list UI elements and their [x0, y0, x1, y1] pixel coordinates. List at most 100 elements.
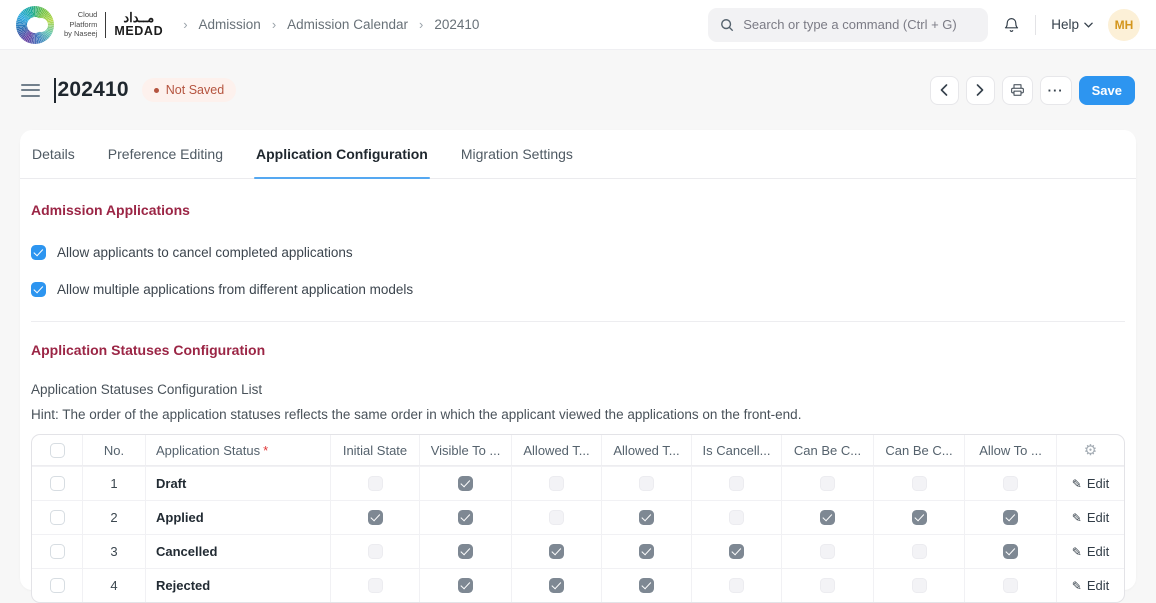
table-row: 4 Rejected ✎ Edit: [32, 568, 1124, 602]
tab-migration-settings[interactable]: Migration Settings: [459, 130, 575, 178]
edit-row-button[interactable]: ✎ Edit: [1072, 544, 1109, 559]
header-select-all-cell: [32, 435, 82, 465]
column-header: Application Status *: [145, 435, 330, 465]
column-header-label: Allowed T...: [523, 442, 590, 458]
column-header-label: Can Be C...: [793, 442, 862, 458]
help-menu[interactable]: Help: [1051, 17, 1093, 32]
status-flag-checkbox: [367, 578, 383, 593]
status-flag-cell: [691, 501, 781, 534]
save-button[interactable]: Save: [1078, 75, 1135, 105]
status-flag-cell: [419, 501, 511, 534]
tab-preference-editing[interactable]: Preference Editing: [106, 130, 225, 178]
status-flag-checkbox: [458, 476, 473, 491]
row-number: 1: [110, 476, 118, 491]
row-select-checkbox[interactable]: [49, 578, 65, 593]
status-flag-checkbox: [367, 510, 383, 525]
status-name-cell: Applied: [145, 501, 330, 534]
breadcrumb-item-admission-calendar[interactable]: Admission Calendar: [287, 17, 408, 32]
column-header: Can Be C...: [781, 435, 873, 465]
status-flag-cell: [511, 501, 601, 534]
checkbox-icon[interactable]: [31, 282, 46, 297]
status-flag-checkbox: [729, 476, 744, 491]
status-flag-cell: [781, 535, 873, 568]
select-all-checkbox[interactable]: [49, 442, 65, 458]
top-navbar: Cloud Platform by Naseej مــداد MEDAD › A…: [0, 0, 1156, 50]
form-checkbox-option[interactable]: Allow applicants to cancel completed app…: [31, 245, 1125, 260]
status-flag-checkbox: [1003, 476, 1018, 491]
print-button[interactable]: [1001, 75, 1033, 105]
column-header: Allowed T...: [511, 435, 601, 465]
status-flag-checkbox: [911, 510, 927, 525]
status-flag-cell: [419, 467, 511, 500]
required-marker: *: [263, 442, 269, 458]
status-flag-cell: [601, 467, 691, 500]
table-row: 3 Cancelled ✎ Edit: [32, 534, 1124, 568]
statuses-hint: Hint: The order of the application statu…: [31, 407, 802, 422]
row-select-checkbox[interactable]: [49, 476, 65, 491]
next-button[interactable]: [965, 75, 995, 105]
menu-hamburger-icon[interactable]: [21, 83, 40, 97]
checkbox-label: Allow multiple applications from differe…: [57, 282, 414, 297]
statuses-table: No. Application Status * Initial State Visib…: [31, 434, 1125, 603]
status-flag-checkbox: [729, 544, 744, 559]
status-flag-cell: [691, 467, 781, 500]
status-flag-cell: [691, 535, 781, 568]
header-settings-cell: ⚙: [1056, 435, 1124, 465]
edit-row-button[interactable]: ✎ Edit: [1072, 578, 1109, 593]
grid-settings-gear-icon[interactable]: ⚙: [1084, 443, 1097, 458]
checkbox-icon[interactable]: [31, 245, 46, 260]
prev-button[interactable]: [929, 75, 959, 105]
breadcrumb-item-202410[interactable]: 202410: [434, 17, 479, 32]
status-flag-checkbox: [639, 510, 654, 525]
tab-details[interactable]: Details: [30, 130, 77, 178]
status-flag-checkbox: [367, 476, 383, 491]
status-flag-cell: [781, 501, 873, 534]
row-select-cell: [32, 535, 82, 568]
status-flag-cell: [601, 501, 691, 534]
help-label: Help: [1051, 17, 1079, 32]
status-name: Draft: [156, 476, 187, 491]
status-flag-checkbox: [729, 510, 744, 525]
status-name: Applied: [156, 510, 204, 525]
row-select-checkbox[interactable]: [49, 544, 65, 559]
column-header-label: No.: [103, 442, 125, 458]
edit-row-button[interactable]: ✎ Edit: [1072, 476, 1109, 491]
table-row: 2 Applied ✎ Edit: [32, 500, 1124, 534]
tab-application-configuration[interactable]: Application Configuration: [253, 130, 430, 179]
status-flag-cell: [511, 569, 601, 602]
breadcrumb-item-admission[interactable]: Admission: [199, 17, 261, 32]
status-flag-cell: [781, 569, 873, 602]
more-options-button[interactable]: ···: [1039, 75, 1072, 105]
medad-logo-icon[interactable]: [16, 5, 54, 44]
user-avatar[interactable]: MH: [1108, 8, 1140, 41]
row-edit-cell: ✎ Edit: [1056, 501, 1124, 534]
breadcrumb-separator-icon: ›: [271, 17, 277, 32]
row-number-cell: 4: [82, 569, 145, 602]
form-checkbox-option[interactable]: Allow multiple applications from differe…: [31, 282, 1125, 297]
pencil-icon: ✎: [1071, 544, 1082, 559]
column-header: Allow To ...: [964, 435, 1056, 465]
status-flag-cell: [330, 501, 419, 534]
brand-block[interactable]: Cloud Platform by Naseej مــداد MEDAD: [64, 10, 163, 39]
status-flag-cell: [964, 569, 1056, 602]
row-number-cell: 3: [82, 535, 145, 568]
brand-divider: [105, 11, 107, 38]
status-flag-checkbox: [458, 578, 473, 593]
nav-divider: [1035, 14, 1037, 35]
status-flag-cell: [873, 467, 964, 500]
row-select-cell: [32, 501, 82, 534]
edit-row-button[interactable]: ✎ Edit: [1072, 510, 1109, 525]
page-title[interactable]: 202410: [58, 78, 129, 102]
section-heading-statuses-configuration: Application Statuses Configuration: [31, 342, 266, 358]
notifications-bell-icon[interactable]: [1003, 16, 1020, 34]
status-flag-cell: [964, 535, 1056, 568]
status-flag-checkbox: [820, 510, 835, 525]
row-select-checkbox[interactable]: [49, 510, 65, 525]
status-flag-cell: [330, 535, 419, 568]
column-header-label: Allowed T...: [613, 442, 680, 458]
global-search-input[interactable]: Search or type a command (Ctrl + G): [708, 7, 989, 42]
edit-label: Edit: [1086, 578, 1110, 593]
status-flag-checkbox: [549, 510, 564, 525]
column-header-label: Allow To ...: [979, 442, 1042, 458]
status-name: Cancelled: [156, 544, 218, 559]
